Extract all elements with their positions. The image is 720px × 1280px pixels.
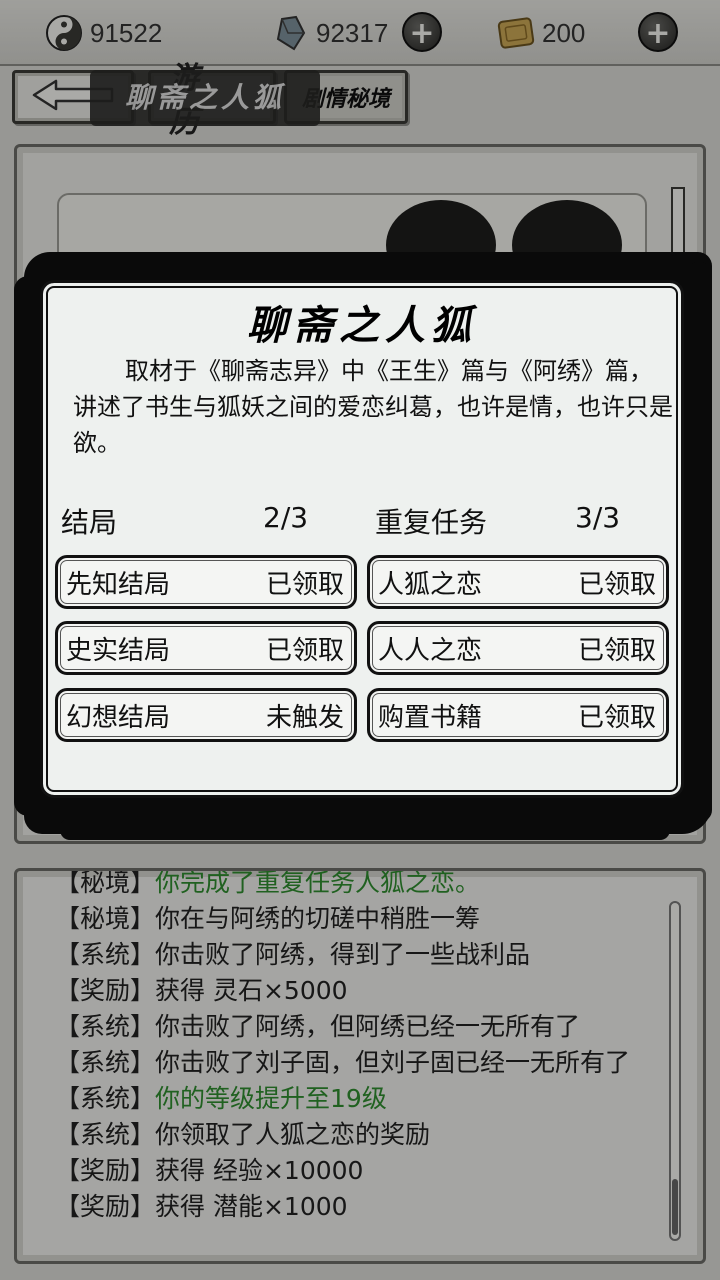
ending-item-fantasy[interactable]: 幻想结局 未触发	[55, 688, 357, 742]
task-name: 购置书籍	[378, 702, 483, 733]
realm-detail-dialog: 聊斋之人狐 取材于《聊斋志异》中《王生》篇与《阿绣》篇，讲述了书生与狐妖之间的爱…	[40, 280, 684, 798]
ink-brush-edge	[686, 262, 712, 822]
task-status: 已领取	[577, 635, 656, 666]
task-name: 人狐之恋	[378, 569, 483, 600]
dialog-description: 取材于《聊斋志异》中《王生》篇与《阿绣》篇，讲述了书生与狐妖之间的爱恋纠葛，也许…	[73, 357, 673, 457]
task-item-human-human-love[interactable]: 人人之恋 已领取	[367, 621, 669, 675]
dialog-title: 聊斋之人狐	[247, 302, 477, 349]
task-item-buy-books[interactable]: 购置书籍 已领取	[367, 688, 669, 742]
task-item-human-fox-love[interactable]: 人狐之恋 已领取	[367, 555, 669, 609]
repeat-tasks-label: 重复任务	[375, 506, 488, 539]
ending-name: 史实结局	[66, 635, 171, 666]
task-name: 人人之恋	[378, 635, 483, 666]
ending-item-history[interactable]: 史实结局 已领取	[55, 621, 357, 675]
ink-brush-edge	[60, 818, 670, 840]
task-status: 已领取	[577, 702, 656, 733]
ending-status: 已领取	[265, 635, 344, 666]
repeat-tasks-progress: 3/3	[575, 501, 621, 534]
ending-name: 幻想结局	[66, 702, 171, 733]
ending-status: 未触发	[265, 702, 344, 733]
ending-item-prophet[interactable]: 先知结局 已领取	[55, 555, 357, 609]
task-status: 已领取	[577, 569, 656, 600]
ending-status: 已领取	[265, 569, 344, 600]
endings-label: 结局	[61, 506, 118, 539]
endings-progress: 2/3	[263, 501, 309, 534]
ending-name: 先知结局	[66, 569, 171, 600]
